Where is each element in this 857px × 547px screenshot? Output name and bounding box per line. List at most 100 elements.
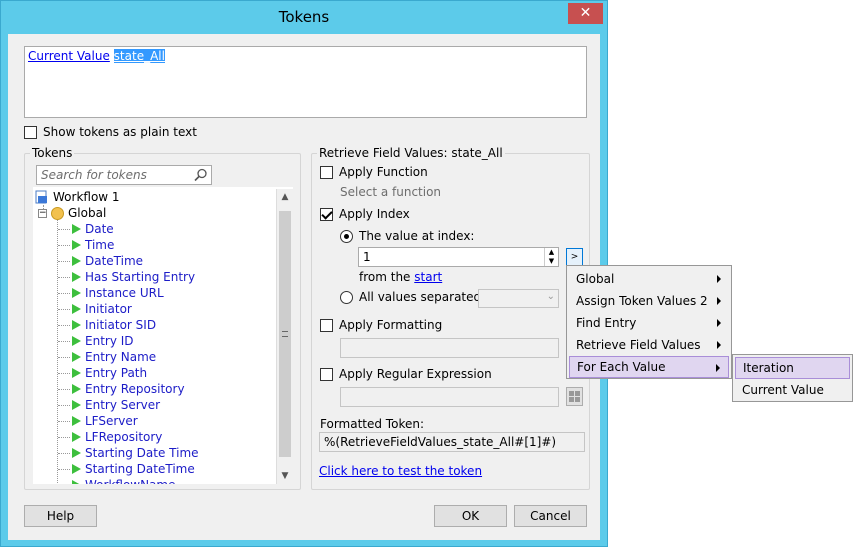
tree-token-item[interactable]: LFServer xyxy=(72,413,138,429)
token-play-icon xyxy=(72,336,81,346)
formatting-input[interactable] xyxy=(340,338,559,358)
menu-item-label: Assign Token Values 2 xyxy=(576,294,708,308)
help-button[interactable]: Help xyxy=(24,505,97,527)
tree-scrollbar[interactable]: ▲ ▼ xyxy=(276,189,293,484)
apply-formatting-row[interactable]: Apply Formatting xyxy=(320,318,442,332)
separator-select[interactable]: ⌄ xyxy=(478,289,559,308)
scroll-down-icon[interactable]: ▼ xyxy=(277,468,293,484)
token-editor[interactable]: Current Value state_All xyxy=(24,46,587,118)
tree-token-item[interactable]: Entry ID xyxy=(72,333,134,349)
menu-item-label: Retrieve Field Values xyxy=(576,338,701,352)
apply-formatting-checkbox[interactable] xyxy=(320,318,333,332)
token-tree[interactable]: Workflow 1 − Global Date Time DateTime Has … xyxy=(33,187,293,484)
tree-token-label: Entry Repository xyxy=(85,382,185,396)
show-plain-checkbox[interactable] xyxy=(24,125,37,139)
token-play-icon xyxy=(72,464,81,474)
tree-token-label: Initiator SID xyxy=(85,318,157,332)
test-token-link[interactable]: Click here to test the token xyxy=(319,464,482,478)
token-play-icon xyxy=(72,480,81,484)
token-search-input[interactable]: Search for tokens xyxy=(36,165,212,185)
tree-token-item[interactable]: Initiator SID xyxy=(72,317,156,333)
submenu-item[interactable]: Iteration xyxy=(735,357,850,379)
search-icon[interactable] xyxy=(194,168,208,182)
tree-token-item[interactable]: Has Starting Entry xyxy=(72,269,195,285)
tree-token-label: Instance URL xyxy=(85,286,164,300)
regex-builder-button[interactable] xyxy=(566,387,583,406)
tree-root-label: Workflow 1 xyxy=(53,190,120,204)
start-link[interactable]: start xyxy=(414,270,442,284)
token-play-icon xyxy=(72,416,81,426)
token-play-icon xyxy=(72,240,81,250)
menu-item[interactable]: Assign Token Values 2 xyxy=(569,290,729,312)
retrieve-title: Retrieve Field Values: state_All xyxy=(317,146,505,160)
menu-item[interactable]: Global xyxy=(569,268,729,290)
from-the-label: from the xyxy=(359,270,411,284)
global-icon xyxy=(51,206,64,220)
value-at-index-label: The value at index: xyxy=(359,229,475,243)
tree-token-item[interactable]: Starting Date Time xyxy=(72,445,199,461)
token-play-icon xyxy=(72,352,81,362)
submenu-arrow-icon xyxy=(717,341,721,349)
menu-item-label: For Each Value xyxy=(577,360,666,374)
tree-token-item[interactable]: Entry Path xyxy=(72,365,147,381)
all-values-radio[interactable] xyxy=(340,290,353,304)
tree-token-item[interactable]: Entry Server xyxy=(72,397,160,413)
submenu-item[interactable]: Current Value xyxy=(735,379,850,401)
token-play-icon xyxy=(72,272,81,282)
tree-token-item[interactable]: Instance URL xyxy=(72,285,164,301)
tree-token-item[interactable]: Initiator xyxy=(72,301,132,317)
tree-token-item[interactable]: WorkflowName xyxy=(72,477,176,484)
menu-item[interactable]: For Each Value xyxy=(569,356,729,378)
apply-regex-row[interactable]: Apply Regular Expression xyxy=(320,367,492,381)
apply-function-checkbox[interactable] xyxy=(320,165,333,179)
token-play-icon xyxy=(72,400,81,410)
cancel-button[interactable]: Cancel xyxy=(514,505,587,527)
close-button[interactable]: ✕ xyxy=(568,3,603,24)
value-at-index-radio[interactable] xyxy=(340,229,353,243)
regex-input[interactable] xyxy=(340,387,559,407)
formatted-token-label: Formatted Token: xyxy=(320,417,424,431)
apply-regex-label: Apply Regular Expression xyxy=(339,367,492,381)
index-stepper[interactable]: 1 ▲ ▼ xyxy=(358,247,559,267)
index-value: 1 xyxy=(363,250,371,264)
tree-root-workflow[interactable]: Workflow 1 xyxy=(35,189,120,205)
apply-regex-checkbox[interactable] xyxy=(320,367,333,381)
token-play-icon xyxy=(72,224,81,234)
tree-token-item[interactable]: Entry Name xyxy=(72,349,156,365)
scroll-thumb[interactable] xyxy=(279,211,291,457)
menu-item-label: Find Entry xyxy=(576,316,637,330)
tree-token-label: DateTime xyxy=(85,254,144,268)
value-at-index-row[interactable]: The value at index: xyxy=(340,229,474,243)
submenu-arrow-icon xyxy=(717,275,721,283)
spin-up-icon[interactable]: ▲ xyxy=(545,248,558,257)
tree-token-item[interactable]: Time xyxy=(72,237,114,253)
show-plain-label: Show tokens as plain text xyxy=(43,125,197,139)
apply-index-checkbox[interactable] xyxy=(320,207,333,221)
menu-item[interactable]: Retrieve Field Values xyxy=(569,334,729,356)
tree-token-item[interactable]: Starting DateTime xyxy=(72,461,195,477)
ok-button[interactable]: OK xyxy=(434,505,507,527)
apply-index-row[interactable]: Apply Index xyxy=(320,207,410,221)
menu-item[interactable]: Find Entry xyxy=(569,312,729,334)
tree-token-item[interactable]: DateTime xyxy=(72,253,143,269)
scroll-up-icon[interactable]: ▲ xyxy=(277,189,293,205)
tree-token-item[interactable]: Date xyxy=(72,221,114,237)
token-current-value[interactable]: Current Value xyxy=(28,49,110,63)
show-plain-row[interactable]: Show tokens as plain text xyxy=(24,125,197,139)
token-state-all[interactable]: state_All xyxy=(113,49,165,63)
tree-token-label: Entry Name xyxy=(85,350,157,364)
token-play-icon xyxy=(72,368,81,378)
formatted-token-field: %(RetrieveFieldValues_state_All#[1]#) xyxy=(319,432,585,452)
apply-function-row[interactable]: Apply Function xyxy=(320,165,428,179)
tree-token-item[interactable]: LFRepository xyxy=(72,429,162,445)
title-bar[interactable]: Tokens ✕ xyxy=(1,1,607,34)
spin-down-icon[interactable]: ▼ xyxy=(545,257,558,266)
from-the-row: from the start xyxy=(359,270,442,284)
token-play-icon xyxy=(72,448,81,458)
submenu-item-label: Current Value xyxy=(742,383,824,397)
tree-token-label: Date xyxy=(85,222,114,236)
tree-token-item[interactable]: Entry Repository xyxy=(72,381,185,397)
collapse-icon[interactable]: − xyxy=(38,208,47,218)
token-play-icon xyxy=(72,320,81,330)
tree-group-global[interactable]: − Global xyxy=(38,205,106,221)
